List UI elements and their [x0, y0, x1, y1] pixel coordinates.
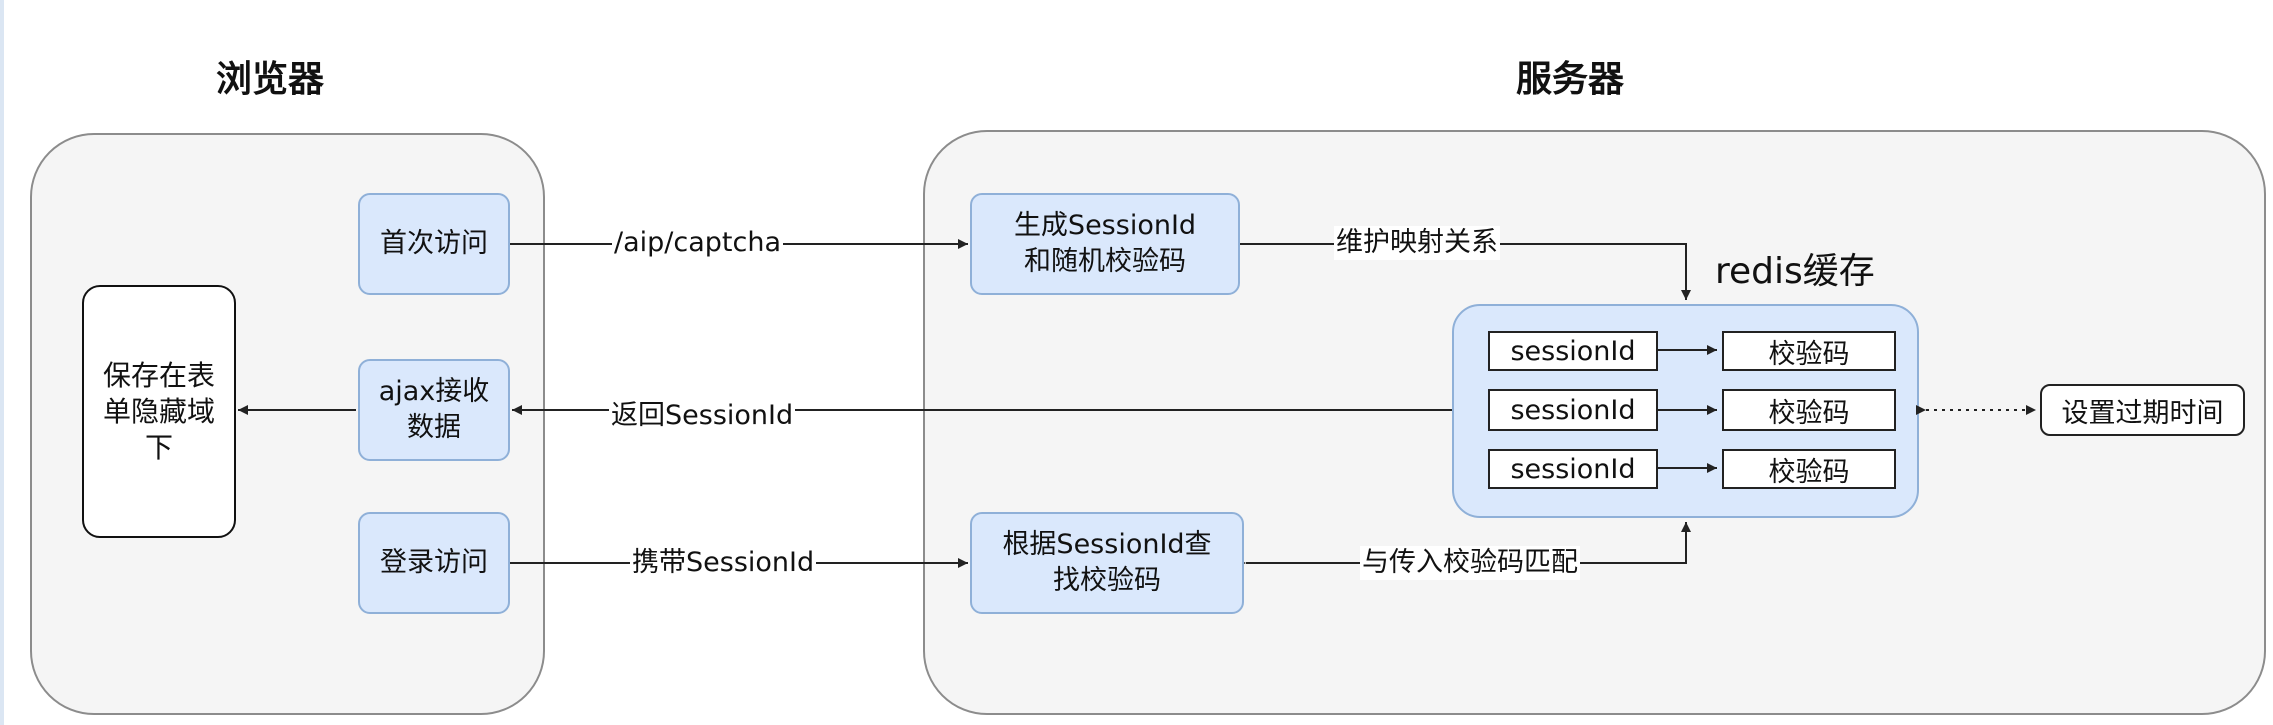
set-expiry-node: 设置过期时间 [2040, 384, 2245, 436]
generate-session-node: 生成SessionId 和随机校验码 [970, 193, 1240, 295]
login-visit-node: 登录访问 [358, 512, 510, 614]
verify-code-cell: 校验码 [1722, 331, 1896, 371]
verify-code-cell: 校验码 [1722, 449, 1896, 489]
ajax-receive-node: ajax接收 数据 [358, 359, 510, 461]
session-id-cell: sessionId [1488, 331, 1658, 371]
verify-code-cell: 校验码 [1722, 389, 1896, 431]
captcha-edge-label: /aip/captcha [612, 226, 783, 260]
first-visit-node: 首次访问 [358, 193, 510, 295]
session-id-cell: sessionId [1488, 389, 1658, 431]
hidden-field-storage-node: 保存在表 单隐藏域 下 [82, 285, 236, 538]
carry-session-label: 携带SessionId [630, 546, 817, 580]
redis-cache-title: redis缓存 [1715, 251, 1875, 292]
maintain-mapping-label: 维护映射关系 [1334, 226, 1500, 260]
connector-layer [238, 239, 2036, 568]
lookup-code-node: 根据SessionId查 找校验码 [970, 512, 1244, 614]
session-id-cell: sessionId [1488, 449, 1658, 489]
match-code-label: 与传入校验码匹配 [1360, 546, 1580, 580]
return-session-label: 返回SessionId [609, 399, 796, 433]
